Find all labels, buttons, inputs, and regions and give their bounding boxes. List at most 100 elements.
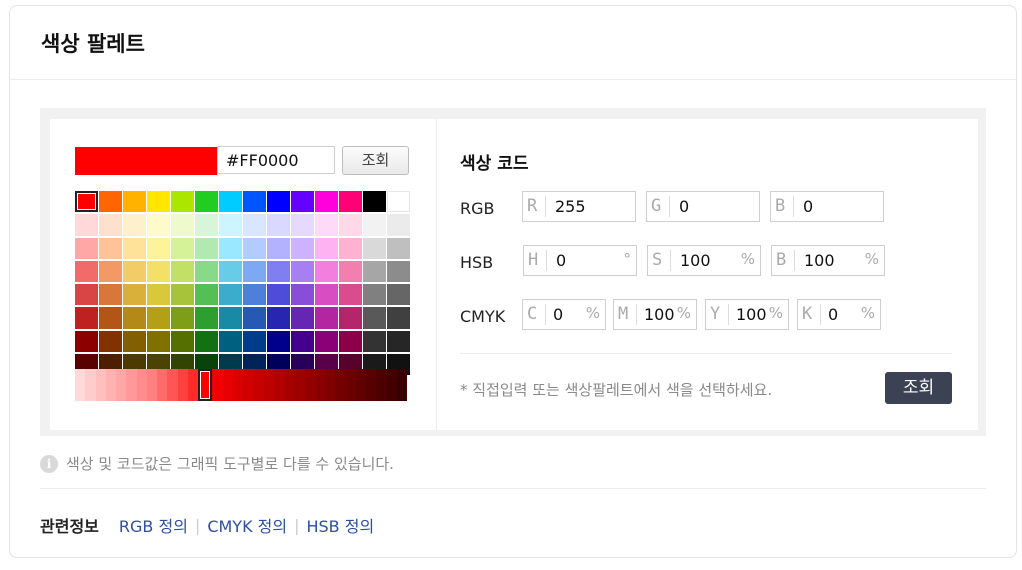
color-cell[interactable]	[267, 330, 290, 353]
color-cell[interactable]	[147, 214, 170, 236]
color-cell[interactable]	[267, 307, 290, 329]
color-cell[interactable]	[363, 284, 386, 306]
color-cell[interactable]	[75, 284, 98, 306]
color-cell[interactable]	[147, 307, 170, 329]
shade-cell[interactable]	[198, 369, 213, 401]
color-cell[interactable]	[75, 330, 98, 353]
color-cell[interactable]	[387, 237, 410, 259]
rgb-r-field[interactable]: R 255	[522, 191, 636, 222]
color-cell[interactable]	[339, 307, 362, 329]
cmyk-c-field[interactable]: C 0 %	[522, 299, 606, 330]
color-cell[interactable]	[99, 191, 122, 213]
color-cell[interactable]	[219, 214, 242, 236]
color-cell[interactable]	[291, 307, 314, 329]
color-cell[interactable]	[171, 214, 194, 236]
color-cell[interactable]	[195, 237, 218, 259]
color-cell[interactable]	[147, 237, 170, 259]
color-cell[interactable]	[219, 284, 242, 306]
color-cell[interactable]	[363, 237, 386, 259]
color-cell[interactable]	[267, 214, 290, 236]
color-cell[interactable]	[363, 330, 386, 353]
color-cell[interactable]	[339, 214, 362, 236]
color-cell[interactable]	[99, 284, 122, 306]
color-cell[interactable]	[99, 330, 122, 353]
color-cell[interactable]	[219, 307, 242, 329]
rgb-definition-link[interactable]: RGB 정의	[119, 513, 188, 537]
color-cell[interactable]	[75, 237, 98, 259]
shade-cell[interactable]	[212, 369, 223, 401]
color-cell[interactable]	[243, 260, 266, 283]
shade-cell[interactable]	[253, 369, 264, 401]
color-cell[interactable]	[123, 307, 146, 329]
color-cell[interactable]	[315, 330, 338, 353]
hsb-b-field[interactable]: B 100 %	[771, 245, 885, 276]
color-cell[interactable]	[363, 260, 386, 283]
color-cell[interactable]	[147, 260, 170, 283]
rgb-b-field[interactable]: B 0	[770, 191, 884, 222]
shade-cell[interactable]	[376, 369, 387, 401]
color-cell[interactable]	[291, 214, 314, 236]
color-cell[interactable]	[99, 307, 122, 329]
color-cell[interactable]	[243, 191, 266, 213]
color-cell[interactable]	[99, 237, 122, 259]
color-cell[interactable]	[171, 307, 194, 329]
color-cell[interactable]	[195, 284, 218, 306]
shade-cell[interactable]	[187, 369, 198, 401]
shade-cell[interactable]	[105, 369, 116, 401]
color-cell[interactable]	[195, 307, 218, 329]
color-cell[interactable]	[171, 330, 194, 353]
color-cell[interactable]	[195, 330, 218, 353]
color-cell[interactable]	[147, 330, 170, 353]
shade-cell[interactable]	[273, 369, 284, 401]
shade-cell[interactable]	[345, 369, 356, 401]
color-cell[interactable]	[387, 260, 410, 283]
shade-cell[interactable]	[335, 369, 346, 401]
color-cell[interactable]	[171, 260, 194, 283]
shade-cell[interactable]	[396, 369, 407, 401]
shade-cell[interactable]	[95, 369, 106, 401]
color-cell[interactable]	[339, 330, 362, 353]
color-cell[interactable]	[315, 237, 338, 259]
color-cell[interactable]	[99, 214, 122, 236]
shade-cell[interactable]	[146, 369, 157, 401]
color-cell[interactable]	[219, 191, 242, 213]
color-cell[interactable]	[243, 284, 266, 306]
color-cell[interactable]	[99, 260, 122, 283]
color-cell[interactable]	[195, 191, 218, 213]
shade-cell[interactable]	[325, 369, 336, 401]
color-cell[interactable]	[387, 284, 410, 306]
shade-cell[interactable]	[294, 369, 305, 401]
shade-cell[interactable]	[314, 369, 325, 401]
color-cell[interactable]	[147, 191, 170, 213]
shade-cell[interactable]	[355, 369, 366, 401]
color-cell[interactable]	[219, 260, 242, 283]
color-cell[interactable]	[387, 214, 410, 236]
color-cell[interactable]	[291, 284, 314, 306]
shade-cell[interactable]	[75, 369, 86, 401]
color-cell[interactable]	[171, 191, 194, 213]
cmyk-k-field[interactable]: K 0 %	[797, 299, 881, 330]
shade-cell[interactable]	[232, 369, 243, 401]
color-cell[interactable]	[315, 307, 338, 329]
color-cell[interactable]	[195, 214, 218, 236]
color-cell[interactable]	[267, 237, 290, 259]
color-cell[interactable]	[339, 191, 362, 213]
color-cell[interactable]	[363, 214, 386, 236]
color-cell[interactable]	[123, 330, 146, 353]
hsb-definition-link[interactable]: HSB 정의	[306, 513, 374, 537]
color-cell[interactable]	[291, 191, 314, 213]
cmyk-y-field[interactable]: Y 100 %	[705, 299, 789, 330]
color-cell[interactable]	[339, 237, 362, 259]
color-cell[interactable]	[171, 284, 194, 306]
shade-cell[interactable]	[157, 369, 168, 401]
hsb-h-field[interactable]: H 0 °	[523, 245, 637, 276]
color-cell[interactable]	[267, 191, 290, 213]
color-cell[interactable]	[315, 284, 338, 306]
color-cell[interactable]	[315, 214, 338, 236]
hsb-s-field[interactable]: S 100 %	[647, 245, 761, 276]
color-cell[interactable]	[243, 214, 266, 236]
shade-cell[interactable]	[222, 369, 233, 401]
shade-cell[interactable]	[284, 369, 295, 401]
color-cell[interactable]	[243, 237, 266, 259]
color-cell[interactable]	[243, 307, 266, 329]
